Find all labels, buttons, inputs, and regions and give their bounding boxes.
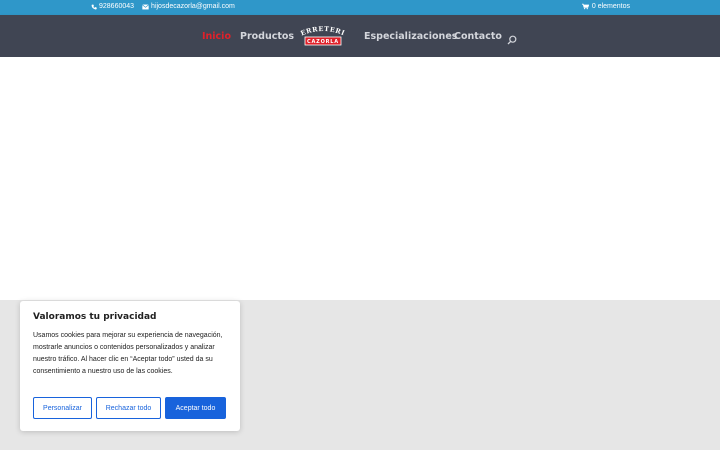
cart-link[interactable]: 0 elementos (581, 3, 630, 10)
phone-link[interactable]: 928660043 (90, 3, 134, 10)
main-nav: Inicio Productos FERRETERIA CAZORLA Espe… (0, 15, 720, 57)
phone-text: 928660043 (99, 3, 135, 10)
svg-text:FERRETERIA: FERRETERIA (297, 23, 346, 38)
nav-item-inicio[interactable]: Inicio (202, 31, 231, 42)
email-link[interactable]: hijosdecazorla@gmail.com (142, 3, 235, 10)
accept-all-button[interactable]: Aceptar todo (165, 397, 226, 419)
cart-text: 0 elementos (591, 3, 630, 10)
cart-icon (581, 3, 589, 10)
reject-all-button[interactable]: Rechazar todo (96, 397, 161, 419)
phone-icon (90, 3, 97, 10)
nav-item-contacto[interactable]: Contacto (454, 31, 502, 42)
cookie-title: Valoramos tu privacidad (33, 312, 157, 322)
top-bar: 928660043 hijosdecazorla@gmail.com 0 ele… (0, 0, 720, 15)
logo-line2: CAZORLA (307, 39, 339, 45)
cookie-consent-banner: Valoramos tu privacidad Usamos cookies p… (20, 301, 240, 431)
search-icon[interactable] (507, 32, 517, 45)
logo-line1: FERRETERIA (293, 17, 345, 38)
hero-section (0, 57, 720, 300)
nav-item-especializaciones[interactable]: Especializaciones (364, 31, 457, 42)
customize-button[interactable]: Personalizar (33, 397, 92, 419)
site-logo[interactable]: FERRETERIA CAZORLA (293, 17, 349, 49)
email-text: hijosdecazorla@gmail.com (151, 3, 235, 10)
contact-info: 928660043 hijosdecazorla@gmail.com (90, 3, 235, 10)
mail-icon (142, 3, 149, 10)
nav-item-productos[interactable]: Productos (240, 31, 294, 42)
cookie-buttons: Personalizar Rechazar todo Aceptar todo (33, 397, 226, 419)
cookie-body: Usamos cookies para mejorar su experienc… (33, 332, 223, 375)
main-header: Inicio Productos FERRETERIA CAZORLA Espe… (0, 15, 720, 57)
